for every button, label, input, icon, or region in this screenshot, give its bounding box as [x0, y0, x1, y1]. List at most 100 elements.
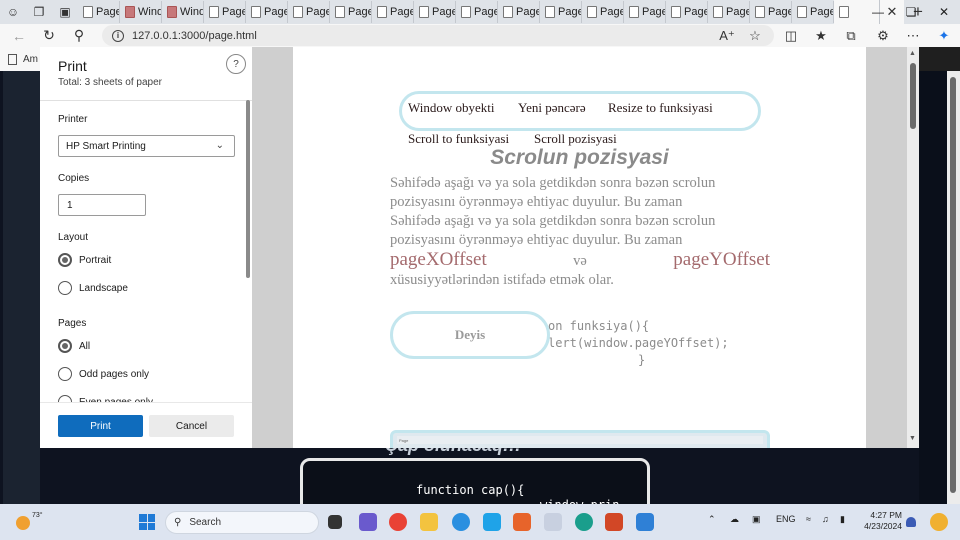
browser-tab[interactable]: Page	[414, 1, 456, 23]
refresh-icon[interactable]: ↻	[34, 24, 64, 47]
printer-select[interactable]: HP Smart Printing ⌄	[58, 135, 235, 157]
property-row: pageXOffset və pageYOffset	[390, 250, 770, 271]
tab-actions-icon[interactable]: ▣	[52, 0, 78, 24]
nav-link-yeni-pencere[interactable]: Yeni pəncərə	[518, 100, 586, 116]
favorites-icon[interactable]: ★	[806, 24, 836, 47]
close-window-icon[interactable]: ✕	[928, 0, 960, 24]
browser-tab[interactable]: Page	[372, 1, 414, 23]
windows-start-icon[interactable]	[139, 514, 155, 530]
profile-icon[interactable]: ☺	[0, 0, 26, 24]
nav-link-scroll-to[interactable]: Scroll to funksiyasi	[408, 131, 509, 147]
nav-link-window-obyekti[interactable]: Window obyekti	[408, 100, 495, 116]
code-line: lert(window.pageYOffset);	[548, 336, 729, 350]
nav-link-scroll-pozisyasi[interactable]: Scroll pozisyasi	[534, 131, 617, 147]
system-clock[interactable]: 4:27 PM 4/23/2024	[862, 510, 902, 532]
browser-tab[interactable]: Wind	[120, 1, 162, 23]
chevron-down-icon: ⌄	[215, 140, 224, 151]
restore-icon[interactable]: ❏	[895, 0, 927, 24]
browser-tab[interactable]: Page	[750, 1, 792, 23]
workspaces-icon[interactable]: ❐	[26, 0, 52, 24]
pages-odd-option[interactable]: Odd pages only	[58, 367, 149, 381]
collections-icon[interactable]: ⧉	[836, 24, 866, 47]
snipping-tool-icon[interactable]	[544, 513, 562, 531]
search-icon[interactable]: ⚲	[64, 24, 94, 47]
vpn-icon[interactable]	[452, 513, 470, 531]
extensions-icon[interactable]: ⚙	[868, 24, 898, 47]
browser-tab[interactable]: Page	[624, 1, 666, 23]
teams-icon[interactable]	[359, 513, 377, 531]
page-icon	[587, 6, 597, 18]
address-bar[interactable]: i 127.0.0.1:3000/page.html	[102, 25, 774, 46]
browser-tab[interactable]: Page	[708, 1, 750, 23]
deyis-button[interactable]: Deyis	[390, 311, 550, 359]
weather-widget[interactable]: 73°	[14, 512, 43, 532]
minimize-icon[interactable]: —	[862, 0, 894, 24]
scroll-down-icon[interactable]: ▼	[909, 435, 916, 442]
browser-tab[interactable]: Page	[330, 1, 372, 23]
site-info-icon[interactable]: i	[112, 29, 124, 42]
task-view-icon[interactable]	[328, 515, 342, 529]
edge-icon[interactable]	[575, 513, 593, 531]
print-button[interactable]: Print	[58, 415, 143, 437]
split-screen-icon[interactable]: ◫	[776, 24, 806, 47]
layout-landscape-option[interactable]: Landscape	[58, 281, 128, 295]
favorite-star-icon[interactable]: ☆	[740, 24, 770, 47]
help-icon[interactable]: ?	[226, 54, 246, 74]
browser-tab[interactable]: Page	[540, 1, 582, 23]
display-icon[interactable]: ▣	[752, 514, 761, 525]
page-scrollbar[interactable]	[947, 71, 960, 504]
browser-tab[interactable]: Page	[288, 1, 330, 23]
mysql-workbench-icon[interactable]	[483, 513, 501, 531]
xampp-icon[interactable]	[513, 513, 531, 531]
copilot-icon[interactable]: ✦	[929, 24, 959, 47]
file-explorer-icon[interactable]	[420, 513, 438, 531]
powerpoint-icon[interactable]	[605, 513, 623, 531]
tab-label: Page	[516, 6, 540, 18]
more-menu-icon[interactable]: ⋯	[898, 24, 928, 47]
browser-tab[interactable]: Page	[582, 1, 624, 23]
browser-tab[interactable]: Page	[246, 1, 288, 23]
browser-tab[interactable]: Page	[792, 1, 834, 23]
landscape-label: Landscape	[79, 282, 128, 294]
pages-all-option[interactable]: All	[58, 339, 90, 353]
tab-label: Page	[474, 6, 498, 18]
preview-scrollbar[interactable]: ▲ ▼	[907, 47, 919, 448]
chrome-icon[interactable]	[389, 513, 407, 531]
cloud-icon[interactable]: ☁	[730, 514, 739, 525]
odd-label: Odd pages only	[79, 368, 150, 380]
url-text: 127.0.0.1:3000/page.html	[132, 29, 257, 42]
nav-link-resize-to[interactable]: Resize to funksiyasi	[608, 100, 713, 116]
radio-odd[interactable]	[58, 367, 72, 381]
dialog-scrollbar-thumb[interactable]	[246, 100, 250, 278]
language-indicator[interactable]: ENG	[776, 514, 796, 524]
volume-icon[interactable]: ♫	[822, 514, 829, 524]
copilot-taskbar-icon[interactable]	[930, 513, 948, 531]
browser-tab[interactable]: Wind	[162, 1, 204, 23]
radio-all[interactable]	[58, 339, 72, 353]
radio-landscape[interactable]	[58, 281, 72, 295]
wifi-icon[interactable]: ≈	[806, 514, 811, 524]
taskbar-search[interactable]: ⚲ Search	[165, 511, 319, 534]
preview-scrollbar-thumb[interactable]	[910, 63, 916, 129]
read-aloud-icon[interactable]: A⁺	[712, 24, 742, 47]
cancel-button[interactable]: Cancel	[149, 415, 234, 437]
code-line: }	[638, 353, 646, 367]
browser-tab[interactable]: Page	[456, 1, 498, 23]
dialog-scrollbar[interactable]	[246, 100, 251, 400]
chevron-up-icon[interactable]: ⌃	[708, 514, 716, 525]
page-icon	[461, 6, 471, 18]
battery-icon[interactable]: ▮	[840, 514, 845, 525]
notification-icon[interactable]	[906, 517, 916, 527]
back-icon[interactable]: ←	[4, 24, 34, 47]
browser-tab[interactable]: Page	[666, 1, 708, 23]
layout-portrait-option[interactable]: Portrait	[58, 253, 111, 267]
radio-portrait[interactable]	[58, 253, 72, 267]
browser-tab[interactable]: Page	[204, 1, 246, 23]
page-scrollbar-thumb[interactable]	[950, 77, 956, 493]
vscode-icon[interactable]	[636, 513, 654, 531]
scroll-up-icon[interactable]: ▲	[909, 50, 916, 57]
bookmark-label[interactable]: Am	[23, 54, 38, 65]
browser-tab[interactable]: Page	[498, 1, 540, 23]
copies-input[interactable]: 1	[58, 194, 146, 216]
browser-tab[interactable]: Page	[78, 1, 120, 23]
